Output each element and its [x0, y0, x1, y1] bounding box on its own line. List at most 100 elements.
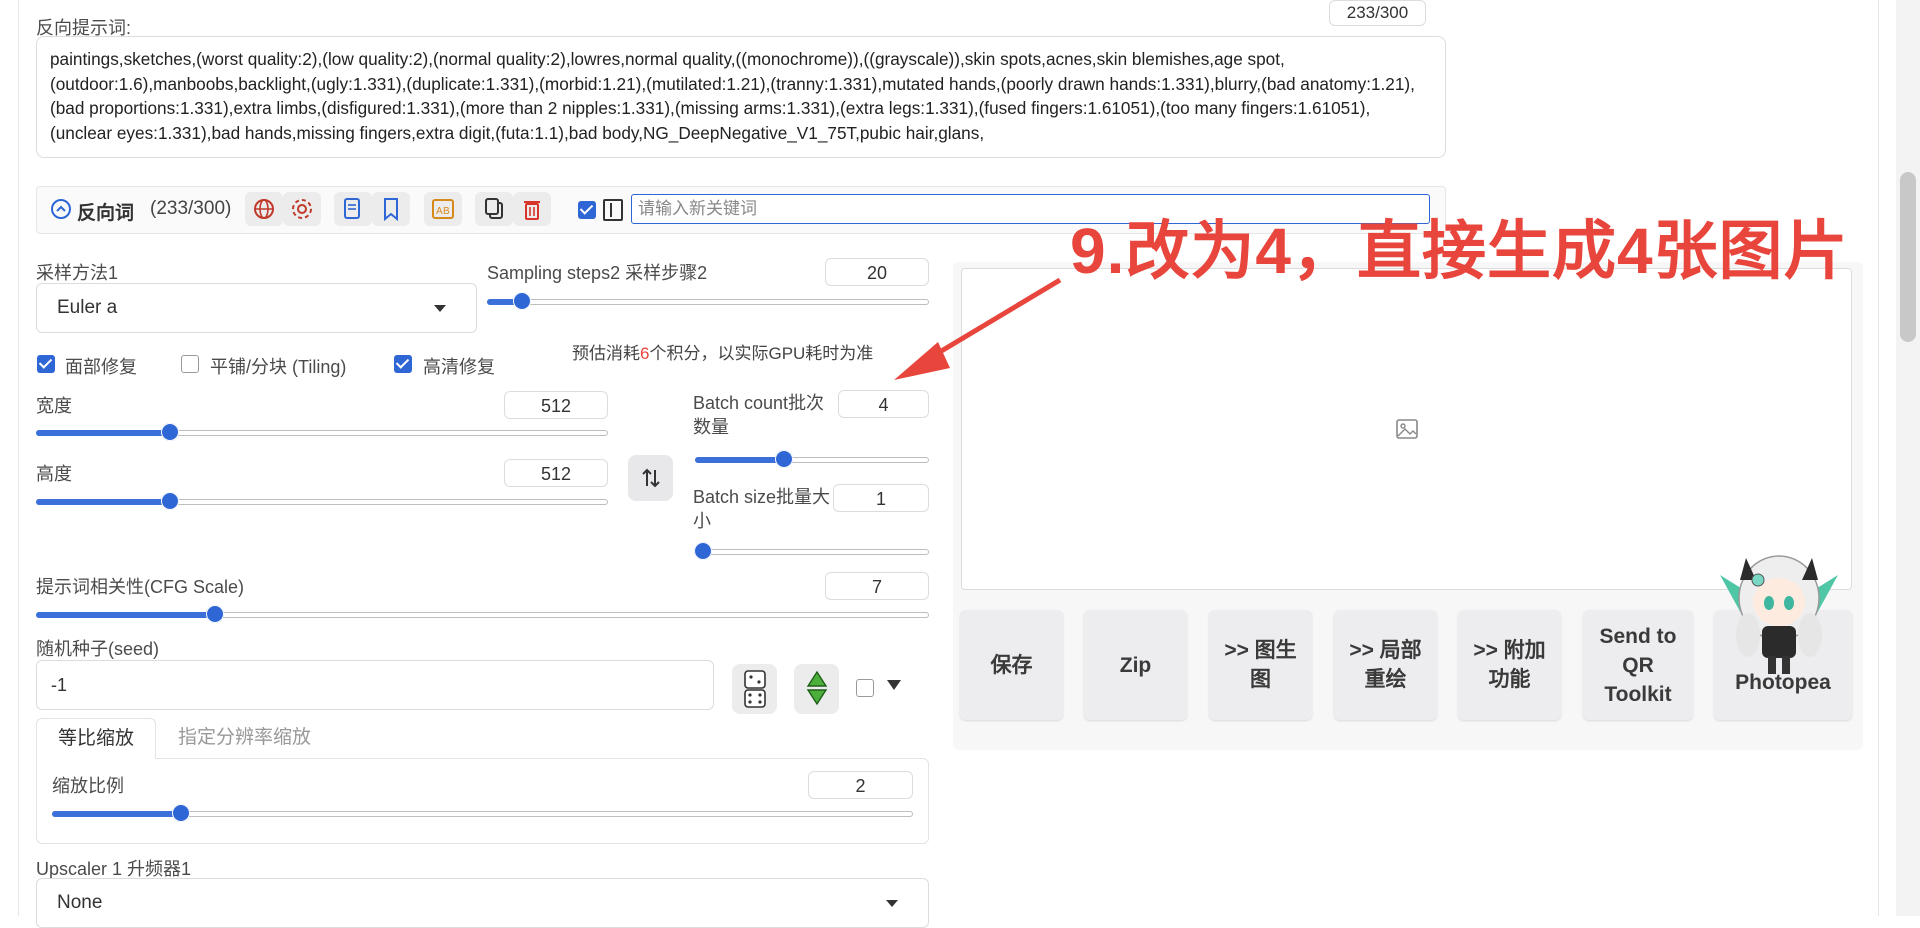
- mascot-character-icon: [1712, 540, 1846, 680]
- trash-icon: [524, 201, 540, 220]
- translate-button[interactable]: [245, 192, 283, 226]
- swap-dimensions-button[interactable]: [628, 455, 673, 501]
- annotation-text: 9.改为4，直接生成4张图片: [1070, 215, 1849, 287]
- text-cursor-icon[interactable]: [603, 199, 623, 221]
- negative-prompt-text: paintings,sketches,(worst quality:2),(lo…: [50, 49, 1415, 143]
- svg-text:A: A: [436, 206, 443, 217]
- svg-text:B: B: [443, 206, 450, 217]
- slider-fill: [36, 499, 171, 505]
- negative-toolbar-title: 反向词: [77, 203, 135, 224]
- send-to-extras-button[interactable]: >> 附加功能: [1458, 610, 1561, 720]
- scale-ratio-input[interactable]: 2: [808, 771, 913, 799]
- copy-icon: [485, 198, 503, 219]
- tiling-label: 平铺/分块 (Tiling): [210, 357, 347, 377]
- scrollbar[interactable]: [1896, 0, 1920, 916]
- send-to-inpaint-button[interactable]: >> 局部重绘: [1334, 610, 1437, 720]
- batch-size-input[interactable]: 1: [833, 484, 929, 512]
- height-input[interactable]: 512: [504, 459, 608, 487]
- cost-note: 预估消耗6个积分，以实际GPU耗时为准: [572, 339, 873, 364]
- height-slider[interactable]: [36, 492, 608, 510]
- width-slider[interactable]: [36, 423, 608, 441]
- collapse-chevron-icon[interactable]: [51, 199, 71, 219]
- cfg-label: 提示词相关性(CFG Scale): [36, 577, 245, 597]
- random-seed-button[interactable]: [732, 664, 777, 714]
- reuse-seed-button[interactable]: [794, 664, 839, 714]
- send-to-img2img-button[interactable]: >> 图生图: [1209, 610, 1312, 720]
- translate-text-button[interactable]: AB: [424, 192, 462, 226]
- copy-button[interactable]: [475, 192, 513, 226]
- face-restore-label: 面部修复: [65, 357, 137, 377]
- tiling-checkbox[interactable]: [181, 355, 199, 373]
- batch-size-slider[interactable]: [694, 542, 929, 560]
- sampler-select[interactable]: Euler a: [36, 283, 477, 333]
- batch-count-label: Batch count批次数量: [693, 393, 825, 437]
- hires-fix-checkbox[interactable]: [394, 355, 412, 373]
- slider-track: [703, 549, 929, 555]
- negative-prompt-counter: 233/300: [1329, 0, 1426, 26]
- slider-thumb[interactable]: [205, 605, 224, 623]
- slider-thumb[interactable]: [774, 450, 793, 468]
- translate-icon: AB: [432, 199, 454, 219]
- width-label: 宽度: [36, 396, 72, 416]
- negative-toolbar-count: (233/300): [150, 198, 232, 219]
- scale-panel: [36, 758, 929, 844]
- sampler-value: Euler a: [57, 297, 118, 318]
- extra-seed-checkbox[interactable]: [856, 679, 874, 697]
- tab-proportional-scale-label: 等比缩放: [57, 728, 134, 749]
- height-label: 高度: [36, 464, 72, 484]
- zip-button[interactable]: Zip: [1084, 610, 1187, 720]
- keyword-enable-checkbox[interactable]: [578, 201, 596, 219]
- delete-button[interactable]: [513, 192, 551, 226]
- history-button[interactable]: [334, 192, 372, 226]
- cost-note-prefix: 预估消耗: [572, 344, 640, 363]
- seed-input[interactable]: -1: [36, 660, 714, 710]
- tab-proportional-scale[interactable]: 等比缩放: [36, 718, 156, 759]
- scale-ratio-slider[interactable]: [52, 804, 913, 822]
- keyword-input-placeholder: 请输入新关键词: [638, 199, 757, 218]
- cfg-input[interactable]: 7: [825, 572, 929, 600]
- document-icon: [344, 198, 360, 219]
- face-restore-checkbox[interactable]: [37, 355, 55, 373]
- globe-icon: [254, 199, 274, 219]
- panel-divider: [18, 0, 19, 916]
- cfg-slider[interactable]: [36, 605, 929, 623]
- gear-icon: [292, 199, 312, 219]
- slider-thumb[interactable]: [513, 292, 532, 310]
- upscaler-select[interactable]: None: [36, 878, 929, 928]
- bookmark-button[interactable]: [372, 192, 410, 226]
- slider-thumb[interactable]: [161, 423, 180, 441]
- steps-slider[interactable]: [487, 292, 929, 310]
- sampler-label: 采样方法1: [36, 263, 119, 283]
- dice-icon: [743, 670, 766, 708]
- send-to-qr-toolkit-button[interactable]: Send to QR Toolkit: [1583, 610, 1693, 720]
- batch-size-label: Batch size批量大小: [693, 487, 831, 531]
- cost-note-suffix: 个积分，以实际GPU耗时为准: [649, 344, 874, 363]
- seed-value: -1: [51, 675, 68, 695]
- steps-label: Sampling steps2 采样步骤2: [487, 263, 708, 283]
- save-button[interactable]: 保存: [960, 610, 1063, 720]
- scrollbar-thumb[interactable]: [1900, 172, 1916, 342]
- bookmark-icon: [384, 198, 398, 221]
- recycle-icon: [806, 670, 827, 706]
- batch-count-slider[interactable]: [695, 450, 929, 468]
- swap-arrows-icon: [641, 468, 660, 488]
- slider-fill: [695, 457, 784, 463]
- settings-button[interactable]: [283, 192, 321, 226]
- upscaler-value: None: [57, 892, 103, 913]
- slider-fill: [36, 612, 215, 618]
- batch-count-input[interactable]: 4: [838, 390, 929, 418]
- tab-resolution-scale[interactable]: 指定分辨率缩放: [178, 718, 311, 759]
- slider-track: [487, 299, 929, 305]
- annotation-arrow-icon: [894, 277, 1062, 380]
- tab-resolution-scale-label: 指定分辨率缩放: [178, 727, 312, 748]
- negative-prompt-textarea[interactable]: paintings,sketches,(worst quality:2),(lo…: [36, 36, 1446, 158]
- chevron-down-icon: [886, 899, 898, 907]
- seed-label: 随机种子(seed): [36, 639, 160, 659]
- extra-seed-toggle-icon[interactable]: [887, 680, 901, 690]
- slider-fill: [52, 811, 182, 817]
- slider-thumb[interactable]: [161, 492, 180, 510]
- image-placeholder-icon: [1396, 419, 1418, 439]
- slider-fill: [36, 430, 171, 436]
- slider-thumb[interactable]: [694, 542, 712, 560]
- width-input[interactable]: 512: [504, 391, 608, 419]
